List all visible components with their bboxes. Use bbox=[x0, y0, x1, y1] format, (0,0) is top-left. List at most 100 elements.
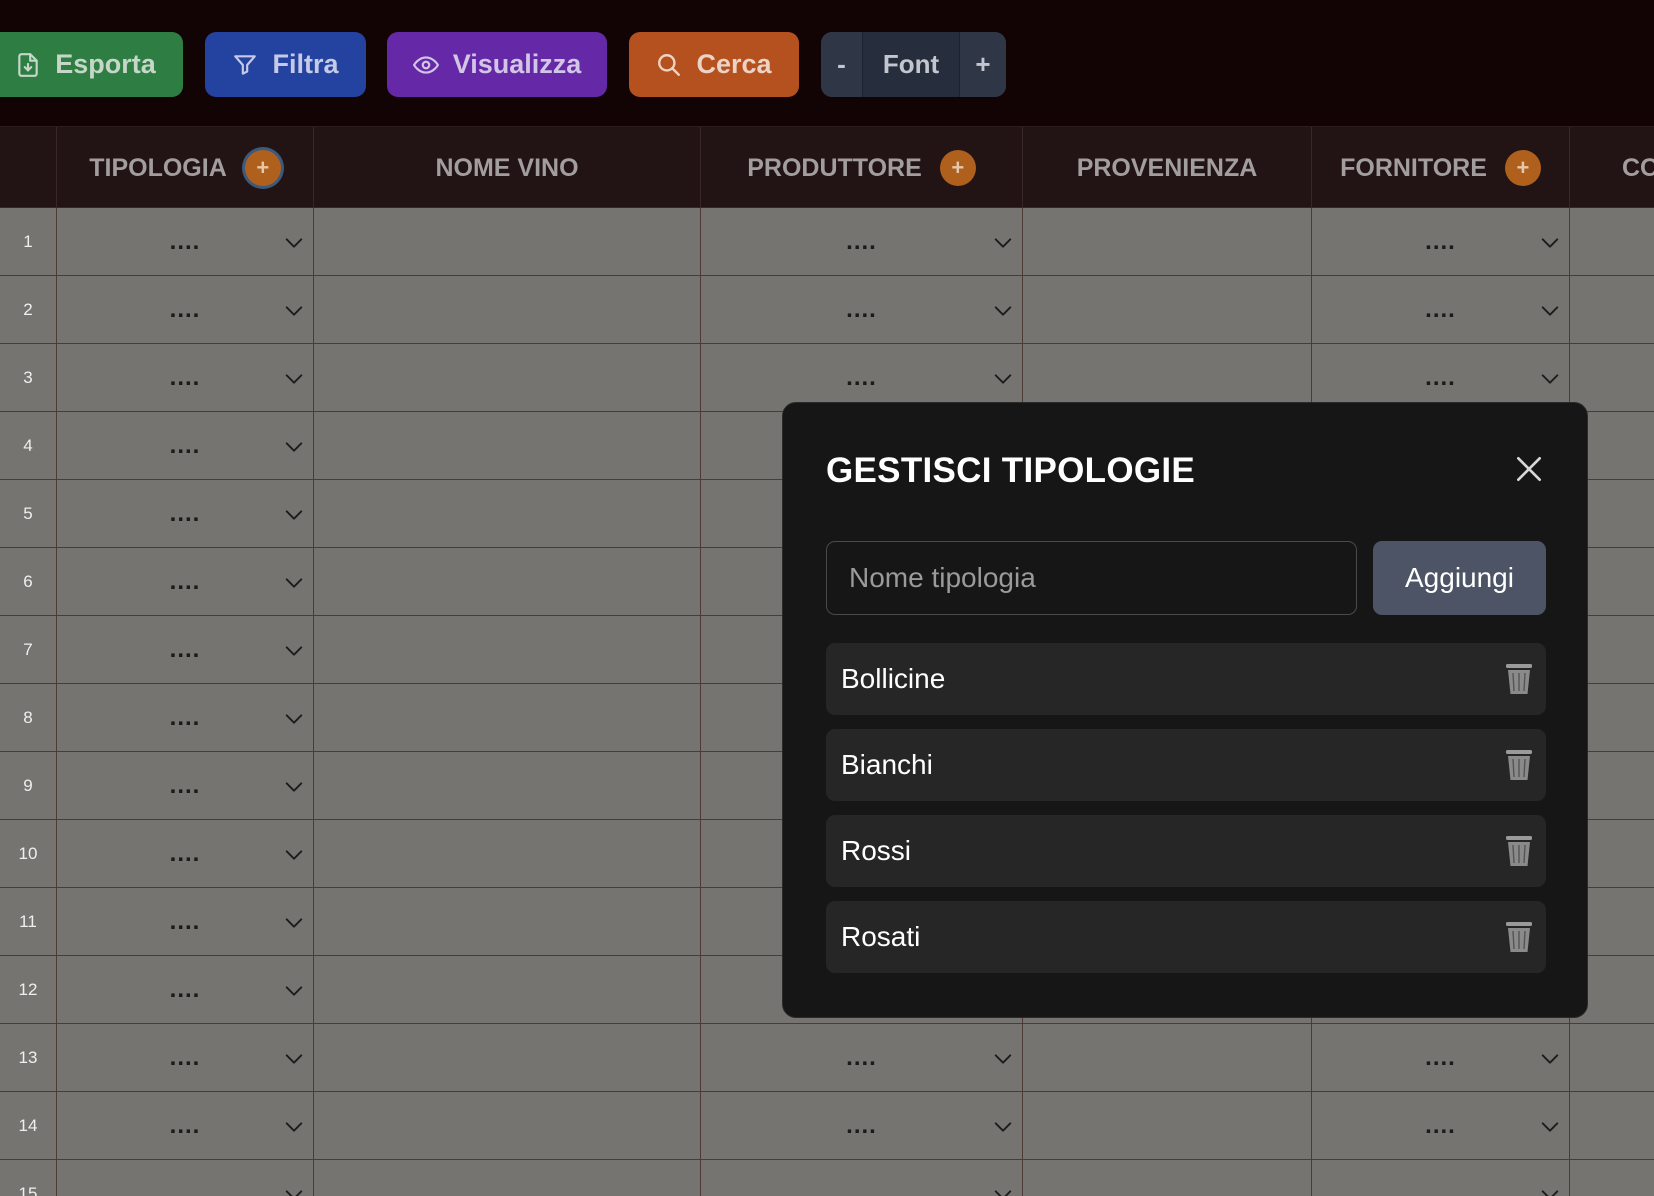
view-button[interactable]: Visualizza bbox=[387, 32, 607, 97]
co-cell[interactable] bbox=[1570, 344, 1654, 412]
header-fornitore[interactable]: FORNITORE + bbox=[1312, 127, 1570, 209]
tipologia-dropdown[interactable]: .... bbox=[57, 752, 314, 820]
trash-icon[interactable] bbox=[1504, 662, 1534, 696]
nome-vino-cell[interactable] bbox=[314, 1160, 701, 1196]
tipologia-dropdown[interactable]: .... bbox=[57, 1092, 314, 1160]
produttore-dropdown[interactable]: .... bbox=[701, 276, 1023, 344]
font-size-control: - Font + bbox=[821, 32, 1006, 97]
dropdown-value: .... bbox=[846, 1044, 877, 1071]
close-icon[interactable] bbox=[1513, 453, 1545, 485]
table-row: 14............ bbox=[0, 1092, 1654, 1160]
filter-button[interactable]: Filtra bbox=[205, 32, 366, 97]
nome-vino-cell[interactable] bbox=[314, 1024, 701, 1092]
header-row-number bbox=[0, 127, 57, 209]
produttore-dropdown[interactable]: .... bbox=[701, 1024, 1023, 1092]
tipologia-dropdown[interactable]: .... bbox=[57, 820, 314, 888]
export-button[interactable]: Esporta bbox=[0, 32, 183, 97]
tipologia-dropdown[interactable]: .... bbox=[57, 684, 314, 752]
fornitore-dropdown[interactable]: .... bbox=[1312, 276, 1570, 344]
nome-vino-cell[interactable] bbox=[314, 208, 701, 276]
row-number: 1 bbox=[0, 208, 57, 276]
header-nome-vino[interactable]: NOME VINO bbox=[314, 127, 701, 209]
dropdown-value: .... bbox=[169, 568, 201, 595]
produttore-dropdown[interactable]: .... bbox=[701, 1160, 1023, 1196]
trash-icon[interactable] bbox=[1504, 834, 1534, 868]
fornitore-dropdown[interactable]: .... bbox=[1312, 1024, 1570, 1092]
font-increase-button[interactable]: + bbox=[960, 32, 1006, 97]
add-tipologia-button[interactable]: Aggiungi bbox=[1373, 541, 1546, 615]
header-co[interactable]: CO bbox=[1570, 127, 1654, 209]
nome-vino-cell[interactable] bbox=[314, 820, 701, 888]
header-label: CO bbox=[1622, 153, 1654, 182]
tipologia-dropdown[interactable]: .... bbox=[57, 480, 314, 548]
dialog-title: GESTISCI TIPOLOGIE bbox=[826, 451, 1196, 490]
add-fornitore-icon[interactable]: + bbox=[1504, 150, 1541, 186]
chevron-down-icon bbox=[994, 1054, 1012, 1064]
co-cell[interactable] bbox=[1570, 1160, 1654, 1196]
provenienza-cell[interactable] bbox=[1023, 276, 1312, 344]
add-produttore-icon[interactable]: + bbox=[939, 150, 976, 186]
header-produttore[interactable]: PRODUTTORE + bbox=[701, 127, 1023, 209]
nome-vino-cell[interactable] bbox=[314, 344, 701, 412]
dropdown-value: .... bbox=[846, 1180, 877, 1196]
tipologia-dropdown[interactable]: .... bbox=[57, 956, 314, 1024]
nome-vino-cell[interactable] bbox=[314, 276, 701, 344]
chevron-down-icon bbox=[285, 1054, 303, 1064]
search-label: Cerca bbox=[696, 49, 772, 79]
chevron-down-icon bbox=[285, 714, 303, 724]
nome-vino-cell[interactable] bbox=[314, 956, 701, 1024]
list-item: Rosati bbox=[826, 901, 1546, 973]
header-tipologia[interactable]: TIPOLOGIA + bbox=[57, 127, 314, 209]
dropdown-value: .... bbox=[169, 636, 201, 663]
header-label: PRODUTTORE bbox=[747, 153, 922, 182]
nome-vino-cell[interactable] bbox=[314, 480, 701, 548]
tipologia-dropdown[interactable]: .... bbox=[57, 1024, 314, 1092]
co-cell[interactable] bbox=[1570, 276, 1654, 344]
provenienza-cell[interactable] bbox=[1023, 1160, 1312, 1196]
tipologia-name-input[interactable] bbox=[826, 541, 1357, 615]
nome-vino-cell[interactable] bbox=[314, 684, 701, 752]
provenienza-cell[interactable] bbox=[1023, 1092, 1312, 1160]
nome-vino-cell[interactable] bbox=[314, 888, 701, 956]
export-label: Esporta bbox=[55, 49, 156, 79]
co-cell[interactable] bbox=[1570, 208, 1654, 276]
nome-vino-cell[interactable] bbox=[314, 548, 701, 616]
fornitore-dropdown[interactable]: .... bbox=[1312, 208, 1570, 276]
dropdown-value: .... bbox=[169, 1180, 201, 1196]
header-provenienza[interactable]: PROVENIENZA bbox=[1023, 127, 1312, 209]
co-cell[interactable] bbox=[1570, 1024, 1654, 1092]
fornitore-dropdown[interactable]: .... bbox=[1312, 1160, 1570, 1196]
trash-icon[interactable] bbox=[1504, 748, 1534, 782]
dropdown-value: .... bbox=[1425, 228, 1456, 255]
tipologia-dropdown[interactable]: .... bbox=[57, 276, 314, 344]
tipologia-dropdown[interactable]: .... bbox=[57, 616, 314, 684]
fornitore-dropdown[interactable]: .... bbox=[1312, 1092, 1570, 1160]
provenienza-cell[interactable] bbox=[1023, 208, 1312, 276]
chevron-down-icon bbox=[994, 1122, 1012, 1132]
trash-icon[interactable] bbox=[1504, 920, 1534, 954]
nome-vino-cell[interactable] bbox=[314, 1092, 701, 1160]
chevron-down-icon bbox=[285, 238, 303, 248]
produttore-dropdown[interactable]: .... bbox=[701, 1092, 1023, 1160]
tipologia-dropdown[interactable]: .... bbox=[57, 412, 314, 480]
font-decrease-button[interactable]: - bbox=[821, 32, 862, 97]
nome-vino-cell[interactable] bbox=[314, 752, 701, 820]
chevron-down-icon bbox=[285, 850, 303, 860]
tipologia-dropdown[interactable]: .... bbox=[57, 1160, 314, 1196]
tipologia-dropdown[interactable]: .... bbox=[57, 548, 314, 616]
tipologia-dropdown[interactable]: .... bbox=[57, 208, 314, 276]
produttore-dropdown[interactable]: .... bbox=[701, 208, 1023, 276]
nome-vino-cell[interactable] bbox=[314, 412, 701, 480]
nome-vino-cell[interactable] bbox=[314, 616, 701, 684]
row-number: 3 bbox=[0, 344, 57, 412]
provenienza-cell[interactable] bbox=[1023, 1024, 1312, 1092]
tipologia-dropdown[interactable]: .... bbox=[57, 344, 314, 412]
list-item: Bianchi bbox=[826, 729, 1546, 801]
add-tipologia-icon[interactable]: + bbox=[244, 150, 281, 186]
header-label: FORNITORE bbox=[1340, 153, 1487, 182]
search-button[interactable]: Cerca bbox=[629, 32, 799, 97]
dropdown-value: .... bbox=[169, 704, 201, 731]
dropdown-value: .... bbox=[1425, 1112, 1456, 1139]
co-cell[interactable] bbox=[1570, 1092, 1654, 1160]
tipologia-dropdown[interactable]: .... bbox=[57, 888, 314, 956]
